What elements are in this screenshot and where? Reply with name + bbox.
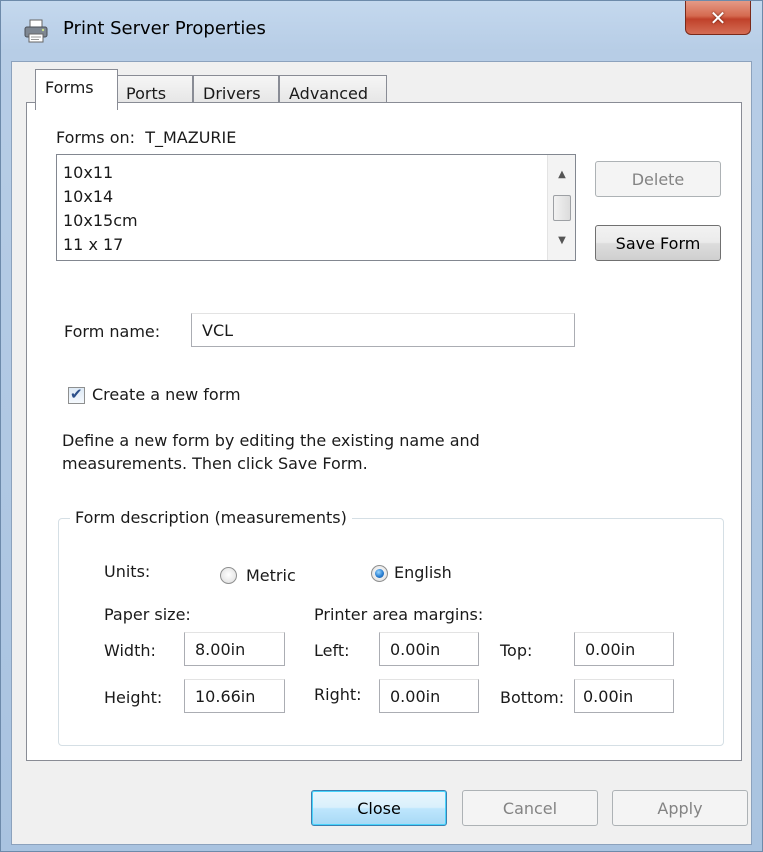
form-name-label: Form name: [64,322,161,341]
list-item[interactable]: 10x15cm [57,209,575,233]
left-margin-input[interactable]: 0.00in [379,632,479,666]
delete-button[interactable]: Delete [595,161,721,197]
tab-label: Advanced [289,84,369,103]
cancel-button[interactable]: Cancel [462,790,598,826]
top-label: Top: [500,641,533,660]
scrollbar-thumb[interactable] [553,195,571,221]
form-name-input[interactable]: VCL [191,313,575,347]
create-new-form-checkbox[interactable]: ✔ [68,385,85,404]
english-radio[interactable] [371,565,388,582]
printer-icon [24,19,48,43]
forms-on-label: Forms on: T_MAZURIE [56,128,236,147]
right-margin-input[interactable]: 0.00in [379,679,479,713]
help-text-line-2: measurements. Then click Save Form. [62,454,368,473]
help-text-line-1: Define a new form by editing the existin… [62,431,480,450]
tab-label: Ports [126,84,167,103]
forms-on-text: Forms on: [56,128,136,147]
list-item[interactable]: 10x11 [57,161,575,185]
right-label: Right: [314,685,362,704]
radio-selected-dot [375,569,384,578]
close-button[interactable]: Close [311,790,447,826]
bottom-margin-input[interactable]: 0.00in [574,679,674,713]
units-label: Units: [104,562,151,581]
close-icon: ✕ [709,5,727,30]
form-description-label: Form description (measurements) [70,508,352,527]
apply-button[interactable]: Apply [612,790,748,826]
paper-size-label: Paper size: [104,605,191,624]
bottom-label: Bottom: [500,688,565,707]
tab-label: Forms [45,78,94,97]
save-form-button[interactable]: Save Form [595,225,721,261]
print-server-properties-window: Print Server Properties ✕ Forms Ports Dr… [0,0,763,852]
height-label: Height: [104,688,163,707]
close-window-button[interactable]: ✕ [685,1,751,35]
create-new-form-label[interactable]: Create a new form [92,385,241,404]
english-label[interactable]: English [394,563,452,582]
check-icon: ✔ [70,385,83,403]
listbox-scrollbar[interactable]: ▲ ▼ [547,155,575,260]
metric-radio[interactable] [220,567,237,584]
width-label: Width: [104,641,156,660]
printer-area-margins-label: Printer area margins: [314,605,484,624]
window-title: Print Server Properties [63,18,266,39]
tab-label: Drivers [203,84,261,103]
top-margin-input[interactable]: 0.00in [574,632,674,666]
metric-label[interactable]: Metric [246,566,296,585]
width-input[interactable]: 8.00in [184,632,285,666]
height-input[interactable]: 10.66in [184,679,285,713]
title-bar[interactable]: Print Server Properties ✕ [1,1,762,61]
scroll-up-icon[interactable]: ▲ [556,169,568,181]
scroll-down-icon[interactable]: ▼ [556,235,568,247]
forms-listbox[interactable]: 10x11 10x14 10x15cm 11 x 17 ▲ ▼ [56,154,576,261]
tab-forms[interactable]: Forms [35,69,118,110]
list-item[interactable]: 10x14 [57,185,575,209]
server-name: T_MAZURIE [145,128,237,147]
list-item[interactable]: 11 x 17 [57,233,575,257]
left-label: Left: [314,641,350,660]
